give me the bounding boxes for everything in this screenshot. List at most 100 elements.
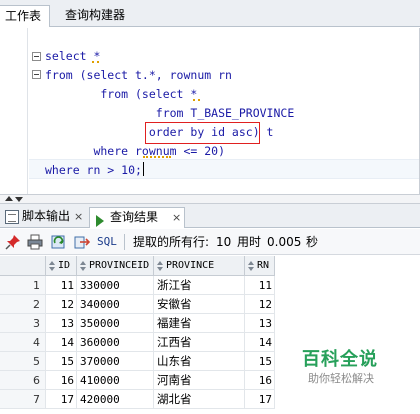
document-icon — [5, 210, 19, 224]
print-icon[interactable] — [27, 234, 43, 250]
fold-toggle-icon[interactable] — [32, 70, 41, 79]
warning-squiggle — [193, 99, 200, 101]
cell-rn[interactable]: 16 — [245, 371, 275, 390]
column-header-label: ID — [58, 260, 71, 271]
column-header-rn[interactable]: RN — [245, 256, 275, 276]
cell-province[interactable]: 河南省 — [154, 371, 245, 390]
table-row[interactable]: 7 17 420000 湖北省 17 — [0, 390, 275, 409]
cell-id[interactable]: 13 — [46, 314, 77, 333]
cell-province[interactable]: 江西省 — [154, 333, 245, 352]
play-icon — [91, 211, 105, 227]
result-toolbar: SQL 提取的所有行: 10 用时 0.005 秒 — [0, 229, 420, 255]
code-line-2[interactable]: from (select t.*, rownum rn — [45, 66, 232, 84]
fold-toggle-icon[interactable] — [32, 52, 41, 61]
table-row[interactable]: 1 11 330000 浙江省 11 — [0, 276, 275, 295]
refresh-icon[interactable] — [51, 234, 67, 250]
code-line-3[interactable]: from (select * — [45, 85, 197, 103]
sql-button[interactable]: SQL — [97, 233, 117, 251]
cell-rn[interactable]: 15 — [245, 352, 275, 371]
cell-id[interactable]: 11 — [46, 276, 77, 295]
row-number: 5 — [0, 352, 46, 371]
row-number: 1 — [0, 276, 46, 295]
column-header-label: PROVINCE — [166, 260, 215, 271]
column-header-id[interactable]: ID — [46, 256, 77, 276]
row-number: 2 — [0, 295, 46, 314]
cell-id[interactable]: 12 — [46, 295, 77, 314]
fetched-rows-count: 10 — [216, 235, 232, 249]
cell-id[interactable]: 15 — [46, 352, 77, 371]
row-number: 4 — [0, 333, 46, 352]
cell-id[interactable]: 14 — [46, 333, 77, 352]
cell-province[interactable]: 湖北省 — [154, 390, 245, 409]
cell-rn[interactable]: 12 — [245, 295, 275, 314]
row-number: 6 — [0, 371, 46, 390]
tab-query-builder[interactable]: 查询构建器 — [60, 5, 160, 27]
watermark-title: 百科全说 — [302, 349, 378, 370]
sort-icon[interactable] — [80, 261, 87, 271]
export-icon[interactable] — [74, 234, 91, 250]
table-row[interactable]: 2 12 340000 安徽省 12 — [0, 295, 275, 314]
column-header-label: PROVINCEID — [89, 260, 150, 271]
tab-query-result[interactable]: 查询结果 × — [89, 207, 185, 228]
cell-provinceid[interactable]: 370000 — [77, 352, 154, 371]
table-row[interactable]: 5 15 370000 山东省 15 — [0, 352, 275, 371]
sort-icon[interactable] — [49, 261, 56, 271]
sort-icon[interactable] — [157, 261, 164, 271]
code-line-4[interactable]: from T_BASE_PROVINCE — [45, 104, 294, 122]
cell-id[interactable]: 17 — [46, 390, 77, 409]
cell-province[interactable]: 山东省 — [154, 352, 245, 371]
cell-province[interactable]: 安徽省 — [154, 295, 245, 314]
line-gutter — [0, 28, 28, 194]
cell-rn[interactable]: 13 — [245, 314, 275, 333]
collapse-up-icon[interactable] — [5, 196, 13, 201]
column-header-provinceid[interactable]: PROVINCEID — [77, 256, 154, 276]
column-header-province[interactable]: PROVINCE — [154, 256, 245, 276]
tab-script-output[interactable]: 脚本输出 × — [2, 207, 86, 228]
pin-icon[interactable] — [5, 234, 21, 250]
close-icon[interactable]: × — [74, 207, 83, 226]
cell-provinceid[interactable]: 350000 — [77, 314, 154, 333]
table-row[interactable]: 4 14 360000 江西省 14 — [0, 333, 275, 352]
code-line-7[interactable]: where rn > 10; — [45, 161, 142, 179]
result-grid[interactable]: ID PROVINCEID PROVINCE RN 1 11 330000 浙江… — [0, 256, 420, 414]
cell-rn[interactable]: 14 — [245, 333, 275, 352]
cell-province[interactable]: 浙江省 — [154, 276, 245, 295]
toolbar-separator — [124, 234, 125, 250]
tab-script-output-label: 脚本输出 — [22, 209, 71, 223]
cell-rn[interactable]: 11 — [245, 276, 275, 295]
elapsed-time-unit: 秒 — [306, 235, 319, 249]
elapsed-time-label: 用时 — [237, 235, 262, 249]
cell-rn[interactable]: 17 — [245, 390, 275, 409]
sql-editor[interactable]: select * from (select t.*, rownum rn fro… — [0, 28, 420, 194]
row-number-header — [0, 256, 46, 276]
cell-province[interactable]: 福建省 — [154, 314, 245, 333]
close-icon[interactable]: × — [172, 208, 181, 227]
sort-icon[interactable] — [248, 261, 255, 271]
cell-id[interactable]: 16 — [46, 371, 77, 390]
annotation-highlight-box — [145, 122, 260, 144]
row-number: 3 — [0, 314, 46, 333]
result-tab-bar: 脚本输出 × 查询结果 × — [0, 204, 420, 228]
text-caret — [143, 162, 144, 176]
cell-provinceid[interactable]: 420000 — [77, 390, 154, 409]
pane-splitter[interactable] — [0, 194, 420, 204]
table-row[interactable]: 3 13 350000 福建省 13 — [0, 314, 275, 333]
watermark-logo: 百科全说 助你轻松解决 — [302, 345, 402, 389]
cell-provinceid[interactable]: 410000 — [77, 371, 154, 390]
code-line-6[interactable]: where rownum <= 20) — [45, 142, 225, 160]
tab-worksheet[interactable]: 工作表 — [0, 5, 50, 27]
warning-squiggle — [143, 156, 171, 158]
cell-provinceid[interactable]: 340000 — [77, 295, 154, 314]
top-tab-bar: 工作表 查询构建器 — [0, 0, 420, 27]
fetched-rows-label: 提取的所有行: — [133, 235, 210, 249]
warning-squiggle — [92, 61, 99, 63]
elapsed-time-value: 0.005 — [267, 235, 302, 249]
table-row[interactable]: 6 16 410000 河南省 16 — [0, 371, 275, 390]
watermark-subtitle: 助你轻松解决 — [308, 372, 374, 385]
tab-query-result-label: 查询结果 — [110, 210, 159, 224]
row-number: 7 — [0, 390, 46, 409]
cell-provinceid[interactable]: 330000 — [77, 276, 154, 295]
collapse-down-icon[interactable] — [15, 197, 23, 202]
column-header-label: RN — [257, 260, 270, 271]
cell-provinceid[interactable]: 360000 — [77, 333, 154, 352]
